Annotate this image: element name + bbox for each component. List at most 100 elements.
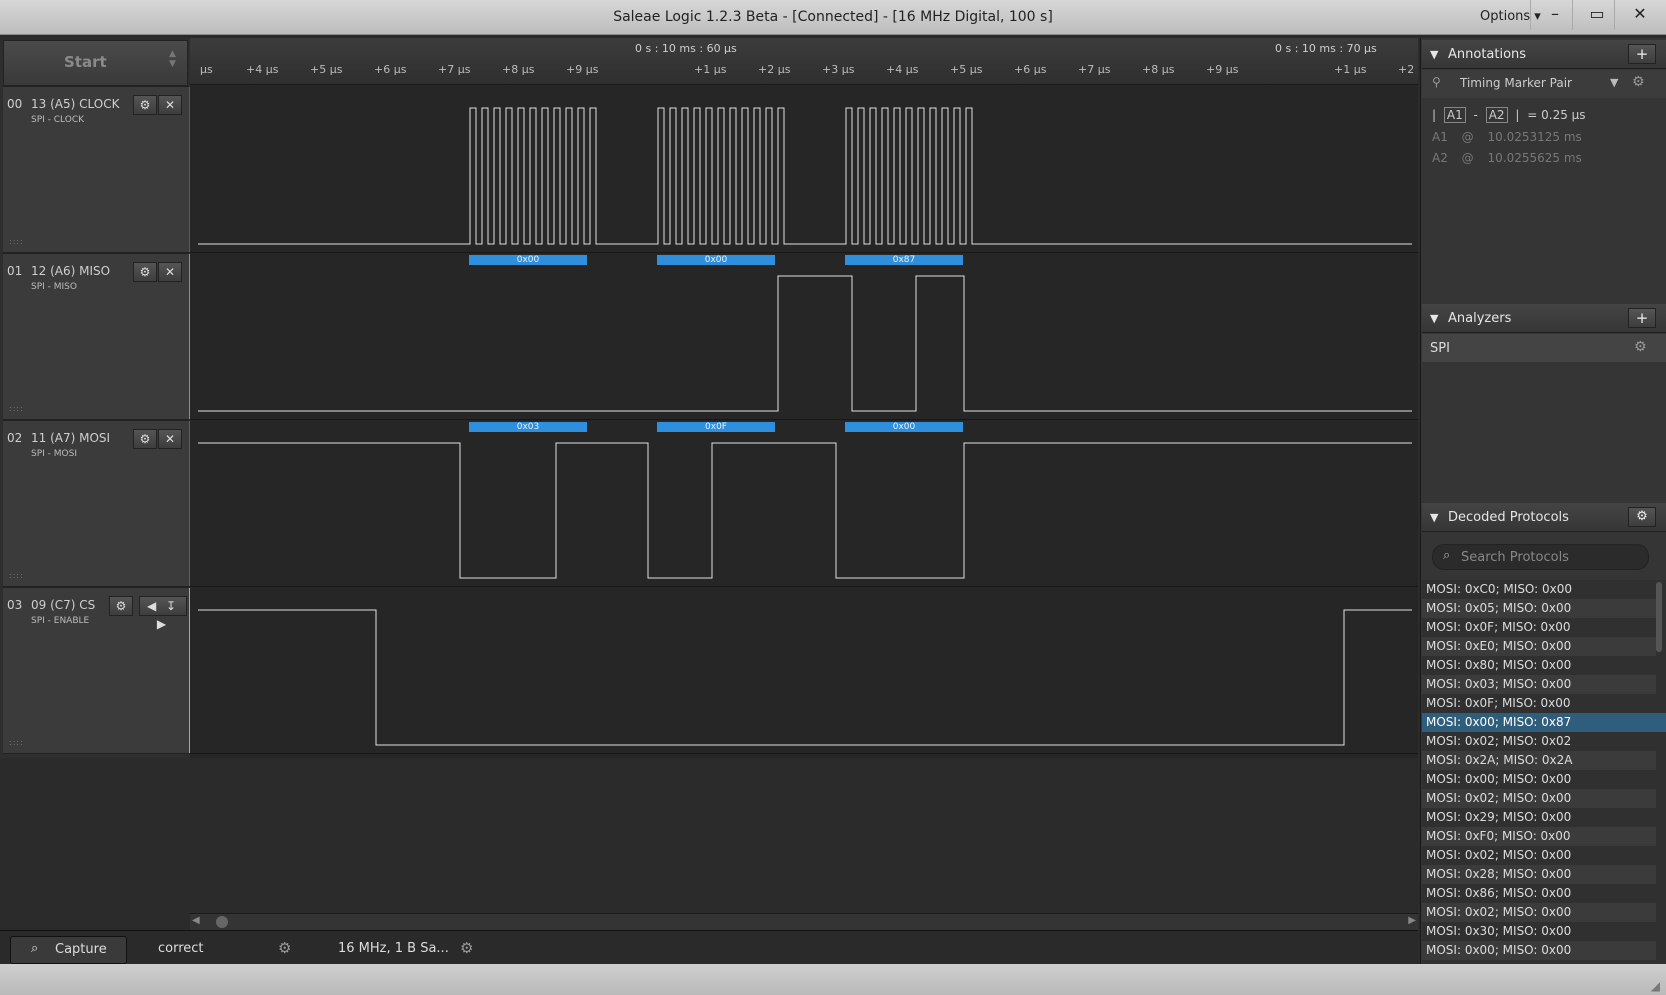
- channel-row-mosi[interactable]: 02 11 (A7) MOSI SPI - MOSI ⚙ ✕ ::::: [3, 420, 193, 587]
- collapse-icon[interactable]: ▼: [1430, 312, 1438, 325]
- drag-grip-icon[interactable]: ::::: [9, 237, 24, 246]
- list-item[interactable]: MOSI: 0x0F; MISO: 0x00: [1422, 618, 1656, 637]
- session-tab[interactable]: correct ⚙: [150, 936, 300, 962]
- add-analyzer-button[interactable]: +: [1628, 308, 1656, 328]
- gear-icon[interactable]: ⚙: [278, 939, 291, 957]
- start-button[interactable]: Start ▲ ▼: [3, 40, 188, 86]
- list-item[interactable]: MOSI: 0x0F; MISO: 0x00: [1422, 694, 1656, 713]
- annotations-title: Annotations: [1448, 47, 1527, 62]
- time-ruler[interactable]: 0 s : 10 ms : 60 µs 0 s : 10 ms : 70 µs …: [190, 38, 1418, 85]
- close-icon[interactable]: ✕: [158, 262, 182, 282]
- search-protocols-input[interactable]: Search Protocols: [1461, 550, 1569, 565]
- list-item[interactable]: MOSI: 0x02; MISO: 0x00: [1422, 846, 1656, 865]
- list-item[interactable]: MOSI: 0x00; MISO: 0x00: [1422, 941, 1656, 960]
- protocol-byte-mosi[interactable]: 0x0F: [657, 422, 775, 432]
- gear-icon[interactable]: ⚙: [1628, 507, 1656, 527]
- analyzer-item[interactable]: SPI ⚙: [1422, 334, 1666, 362]
- rate-tab[interactable]: 16 MHz, 1 B Sa... ⚙: [330, 936, 485, 962]
- channel-row-miso[interactable]: 01 12 (A6) MISO SPI - MISO ⚙ ✕ ::::: [3, 253, 193, 420]
- list-item[interactable]: MOSI: 0xC0; MISO: 0x00: [1422, 580, 1656, 599]
- gear-icon[interactable]: ⚙: [133, 262, 157, 282]
- list-item[interactable]: MOSI: 0x05; MISO: 0x00: [1422, 599, 1656, 618]
- analyzer-label: SPI: [1430, 341, 1450, 356]
- chevron-down-icon[interactable]: ▼: [1610, 76, 1618, 89]
- channel-subtitle: SPI - ENABLE: [31, 616, 90, 626]
- analyzers-header[interactable]: ▼ Analyzers +: [1422, 304, 1666, 333]
- title-bar: Saleae Logic 1.2.3 Beta - [Connected] - …: [0, 0, 1666, 35]
- a1-value: 10.0253125 ms: [1487, 130, 1582, 144]
- list-item[interactable]: MOSI: 0x02; MISO: 0x02: [1422, 732, 1656, 751]
- drag-grip-icon[interactable]: ::::: [9, 738, 24, 747]
- gear-icon[interactable]: ⚙: [1634, 339, 1647, 355]
- scroll-left-icon[interactable]: ◀: [192, 915, 200, 926]
- ruler-time-right: 0 s : 10 ms : 70 µs: [1275, 42, 1377, 55]
- channel-row-cs[interactable]: 03 09 (C7) CS SPI - ENABLE ⚙ ◀ ↧ ▶ ::::: [3, 587, 193, 754]
- list-item[interactable]: MOSI: 0x00; MISO: 0x00: [1422, 770, 1656, 789]
- list-item[interactable]: MOSI: 0x86; MISO: 0x00: [1422, 884, 1656, 903]
- ruler-tick: +5 µs: [950, 63, 983, 76]
- capture-tab[interactable]: ⌕ Capture: [10, 936, 127, 964]
- search-protocols-field[interactable]: ⌕ Search Protocols: [1432, 544, 1649, 570]
- delta-bar: |: [1515, 108, 1520, 122]
- cs-signal: [198, 609, 1412, 746]
- add-annotation-button[interactable]: +: [1628, 44, 1656, 64]
- channel-row-clock[interactable]: 00 13 (A5) CLOCK SPI - CLOCK ⚙ ✕ ::::: [3, 86, 193, 253]
- close-button[interactable]: ✕: [1614, 0, 1665, 30]
- scroll-thumb[interactable]: [216, 916, 228, 928]
- a2-label: A2: [1432, 151, 1448, 165]
- horizontal-scrollbar[interactable]: ◀ ▶: [190, 913, 1418, 930]
- collapse-icon[interactable]: ▼: [1430, 48, 1438, 61]
- delta-dash: -: [1473, 108, 1478, 122]
- mosi-signal: [198, 442, 1412, 579]
- protocol-byte-mosi[interactable]: 0x03: [469, 422, 587, 432]
- gear-icon[interactable]: ⚙: [1632, 74, 1645, 90]
- list-item[interactable]: MOSI: 0x03; MISO: 0x00: [1422, 675, 1656, 694]
- protocol-byte-miso[interactable]: 0x00: [657, 255, 775, 265]
- protocol-byte-miso[interactable]: 0x87: [845, 255, 963, 265]
- list-item[interactable]: MOSI: 0x80; MISO: 0x00: [1422, 656, 1656, 675]
- collapse-icon[interactable]: ▼: [1430, 511, 1438, 524]
- close-icon[interactable]: ✕: [158, 429, 182, 449]
- list-item[interactable]: MOSI: 0x02; MISO: 0x00: [1422, 789, 1656, 808]
- list-item[interactable]: MOSI: 0xE0; MISO: 0x00: [1422, 637, 1656, 656]
- close-icon[interactable]: ✕: [158, 95, 182, 115]
- list-item[interactable]: MOSI: 0x02; MISO: 0x00: [1422, 903, 1656, 922]
- gear-icon[interactable]: ⚙: [109, 596, 133, 616]
- search-icon: ⌕: [31, 941, 39, 956]
- list-item[interactable]: MOSI: 0x30; MISO: 0x00: [1422, 922, 1656, 941]
- channel-name[interactable]: 12 (A6) MISO: [31, 264, 110, 278]
- channel-number: 00: [7, 97, 23, 111]
- resize-grip-icon[interactable]: ◢: [1651, 979, 1660, 993]
- start-options-icon[interactable]: ▲ ▼: [169, 49, 176, 69]
- ruler-tick: +8 µs: [502, 63, 535, 76]
- gear-icon[interactable]: ⚙: [133, 95, 157, 115]
- channel-name[interactable]: 13 (A5) CLOCK: [31, 97, 119, 111]
- drag-grip-icon[interactable]: ::::: [9, 404, 24, 413]
- marker-pair-row[interactable]: ⚲ Timing Marker Pair ▼ ⚙: [1422, 70, 1666, 98]
- window-title: Saleae Logic 1.2.3 Beta - [Connected] - …: [613, 9, 1053, 25]
- decoded-list-scrollbar[interactable]: [1656, 582, 1662, 652]
- channel-name[interactable]: 09 (C7) CS: [31, 598, 95, 612]
- channel-number: 03: [7, 598, 23, 612]
- edge-nav-icon[interactable]: ◀ ↧ ▶: [139, 596, 187, 631]
- delta-bar: |: [1432, 108, 1437, 122]
- protocol-byte-miso[interactable]: 0x00: [469, 255, 587, 265]
- decoded-protocols-title: Decoded Protocols: [1448, 510, 1569, 525]
- list-item-selected[interactable]: MOSI: 0x00; MISO: 0x87: [1422, 713, 1666, 732]
- channel-number: 01: [7, 264, 23, 278]
- list-item[interactable]: MOSI: 0x2A; MISO: 0x2A: [1422, 751, 1656, 770]
- list-item[interactable]: MOSI: 0x29; MISO: 0x00: [1422, 808, 1656, 827]
- list-item[interactable]: MOSI: 0xF0; MISO: 0x00: [1422, 827, 1656, 846]
- scroll-right-icon[interactable]: ▶: [1408, 915, 1416, 926]
- gear-icon[interactable]: ⚙: [133, 429, 157, 449]
- channel-name[interactable]: 11 (A7) MOSI: [31, 431, 110, 445]
- drag-grip-icon[interactable]: ::::: [9, 571, 24, 580]
- gear-icon[interactable]: ⚙: [460, 939, 473, 957]
- list-item[interactable]: MOSI: 0x28; MISO: 0x00: [1422, 865, 1656, 884]
- decoded-protocols-header[interactable]: ▼ Decoded Protocols ⚙: [1422, 503, 1666, 532]
- annotations-header[interactable]: ▼ Annotations +: [1422, 40, 1666, 69]
- protocol-byte-mosi[interactable]: 0x00: [845, 422, 963, 432]
- ruler-tick: +7 µs: [438, 63, 471, 76]
- a1-tag: A1: [1443, 107, 1466, 123]
- ruler-tick: +1 µs: [694, 63, 727, 76]
